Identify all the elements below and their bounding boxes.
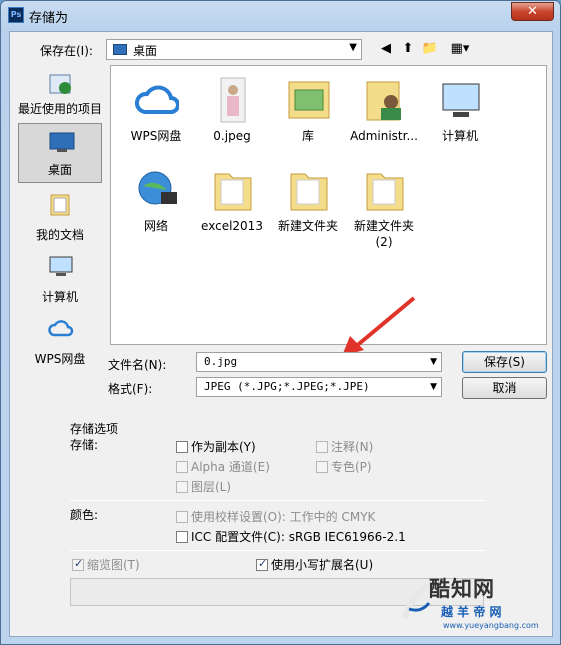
file-name: WPS网盘 (130, 129, 182, 143)
file-name: 计算机 (441, 129, 478, 143)
cancel-button[interactable]: 取消 (462, 377, 547, 399)
file-list[interactable]: WPS网盘 0.jpeg 库 Administr... 计算机 网络 excel… (110, 65, 547, 345)
divider (70, 550, 486, 551)
documents-icon (50, 194, 70, 216)
list-item[interactable]: 新建文件夹 (2) (347, 162, 421, 249)
photoshop-icon: Ps (8, 7, 24, 23)
list-item[interactable]: 计算机 (423, 72, 497, 158)
back-icon[interactable]: ◀ (376, 39, 396, 59)
library-icon (288, 81, 330, 119)
recent-icon (49, 74, 71, 94)
watermark-subtitle: 越 羊 帝 网 (441, 605, 502, 619)
place-label: WPS网盘 (34, 352, 86, 366)
icc-profile-checkbox[interactable]: ICC 配置文件(C): sRGB IEC61966-2.1 (176, 528, 406, 545)
spot-color-checkbox[interactable]: 专色(P) (316, 458, 372, 475)
list-item[interactable]: 库 (271, 72, 345, 158)
as-copy-checkbox[interactable]: 作为副本(Y) (176, 438, 256, 455)
watermark-url: www.yueyangbang.com (443, 621, 539, 630)
place-documents[interactable]: 我的文档 (18, 187, 102, 247)
places-bar: 最近使用的项目 桌面 我的文档 计算机 WPS网盘 (14, 65, 106, 395)
divider (70, 500, 486, 501)
storage-label: 存储: (70, 438, 99, 452)
color-label: 颜色: (70, 508, 99, 522)
options-header: 存储选项 (70, 422, 119, 436)
file-name: 新建文件夹 (2) (353, 219, 414, 249)
file-name: 0.jpeg (213, 129, 251, 143)
chevron-down-icon: ▼ (349, 42, 357, 53)
folder-icon (214, 173, 252, 211)
list-item[interactable]: Administr... (347, 72, 421, 158)
watermark-logo: 酷知网 越 羊 帝 网 www.yueyangbang.com (399, 571, 549, 635)
file-name: 网络 (143, 219, 168, 233)
file-name: 库 (301, 129, 314, 143)
annotation-arrow-icon (342, 296, 416, 356)
list-item[interactable]: 0.jpeg (195, 72, 269, 158)
format-value: JPEG (*.JPG;*.JPEG;*.JPE) (204, 380, 370, 393)
place-recent[interactable]: 最近使用的项目 (18, 67, 102, 121)
file-name: 新建文件夹 (277, 219, 338, 233)
list-item[interactable]: 新建文件夹 (271, 162, 345, 248)
desktop-icon (113, 44, 127, 55)
layers-checkbox[interactable]: 图层(L) (176, 478, 231, 495)
new-folder-icon[interactable]: 📁 (420, 39, 440, 59)
desktop-icon (49, 132, 75, 152)
format-select[interactable]: JPEG (*.JPG;*.JPEG;*.JPE) ▼ (196, 377, 442, 397)
file-name-value: 0.jpg (204, 355, 238, 368)
place-label: 桌面 (47, 163, 72, 177)
save-in-value: 桌面 (133, 44, 158, 58)
list-item[interactable]: WPS网盘 (119, 72, 193, 158)
save-in-label: 保存在(I): (40, 44, 93, 58)
annotations-checkbox[interactable]: 注释(N) (316, 438, 373, 455)
place-label: 最近使用的项目 (18, 102, 103, 116)
computer-icon (442, 83, 480, 117)
file-name: excel2013 (201, 219, 263, 233)
place-computer[interactable]: 计算机 (18, 249, 102, 309)
file-name: Administr... (350, 129, 418, 143)
place-wps-cloud[interactable]: WPS网盘 (18, 311, 102, 371)
image-icon (220, 77, 246, 123)
list-item[interactable]: excel2013 (195, 162, 269, 248)
save-in-dropdown[interactable]: 桌面 ▼ (106, 39, 362, 60)
network-icon (138, 171, 177, 205)
place-label: 我的文档 (35, 228, 84, 242)
computer-icon (49, 256, 73, 276)
list-item[interactable]: 网络 (119, 162, 193, 248)
watermark-brand: 酷知网 (429, 577, 495, 601)
place-desktop[interactable]: 桌面 (18, 123, 102, 183)
user-folder-icon (366, 81, 401, 121)
dialog-title: 存储为 (29, 11, 69, 26)
alpha-channel-checkbox[interactable]: Alpha 通道(E) (176, 458, 270, 475)
file-name-input[interactable]: 0.jpg ▼ (196, 352, 442, 372)
file-name-label: 文件名(N): (108, 358, 167, 372)
cloud-icon (135, 85, 179, 114)
title-bar[interactable]: Ps 存储为 ✕ (1, 1, 560, 29)
save-button[interactable]: 保存(S) (462, 351, 547, 373)
chevron-down-icon[interactable]: ▼ (430, 353, 437, 371)
thumbnail-checkbox[interactable]: 缩览图(T) (72, 556, 140, 573)
up-folder-icon[interactable]: ⬆ (398, 39, 418, 59)
dialog-body: 保存在(I): 桌面 ▼ ◀ ⬆ 📁 ▦▾ 最近使用的项目 桌面 我的文档 计算… (9, 31, 553, 637)
chevron-down-icon[interactable]: ▼ (430, 378, 437, 396)
close-button[interactable]: ✕ (511, 2, 554, 21)
folder-icon (366, 173, 404, 211)
proof-setup-checkbox[interactable]: 使用校样设置(O): 工作中的 CMYK (176, 508, 375, 525)
format-label: 格式(F): (108, 382, 153, 396)
save-as-dialog: Ps 存储为 ✕ 保存在(I): 桌面 ▼ ◀ ⬆ 📁 ▦▾ 最近使用的项目 桌… (0, 0, 561, 645)
place-label: 计算机 (41, 290, 78, 304)
view-menu-icon[interactable]: ▦▾ (446, 39, 474, 59)
folder-icon (290, 173, 328, 211)
cloud-icon (48, 320, 74, 337)
lowercase-extension-checkbox[interactable]: 使用小写扩展名(U) (256, 556, 373, 573)
